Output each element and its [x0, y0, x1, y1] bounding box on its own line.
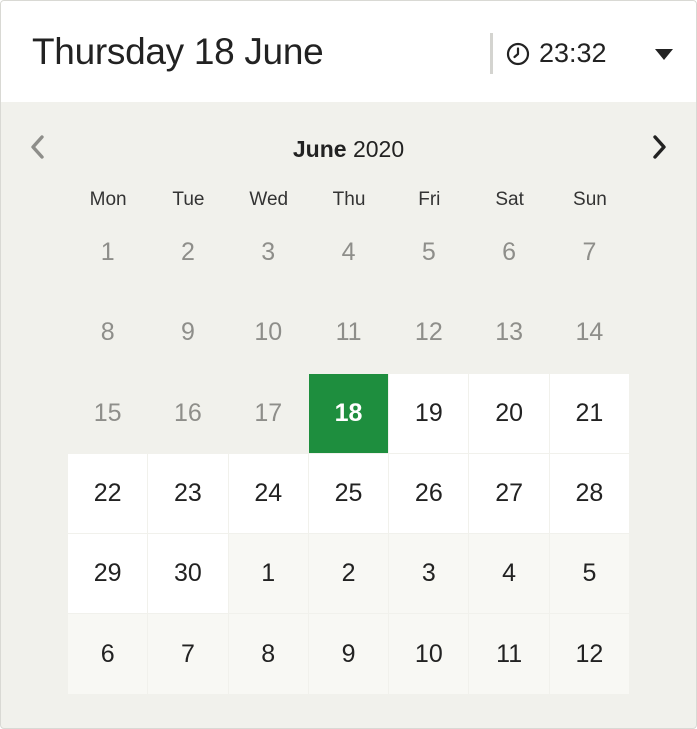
chevron-right-icon: [653, 135, 666, 159]
day-cell-next-month[interactable]: 10: [389, 614, 469, 694]
day-cell[interactable]: 20: [469, 373, 549, 453]
day-cell-past: 5: [421, 238, 436, 267]
day-cell-next-month[interactable]: 11: [469, 614, 549, 694]
day-cell-next-month[interactable]: 12: [549, 614, 630, 694]
weekday-label: Tue: [172, 189, 205, 210]
day-cell[interactable]: 24: [228, 453, 308, 534]
next-month-button[interactable]: [641, 129, 677, 165]
day-cell-past: 10: [254, 318, 283, 347]
day-cell-past: 4: [341, 238, 356, 267]
day-cell-past: 9: [180, 318, 195, 347]
day-cell-past: 16: [174, 398, 202, 427]
time-value: 23:32: [539, 38, 607, 68]
day-cell-next-month[interactable]: 6: [68, 614, 148, 694]
day-cell-past: 17: [254, 398, 283, 427]
selected-date-label: Thursday 18 June: [32, 31, 324, 72]
day-cell-next-month[interactable]: 9: [308, 614, 389, 694]
toggle-calendar-button[interactable]: [647, 39, 681, 69]
day-cell-past: 2: [180, 238, 195, 267]
day-cell-next-month[interactable]: 2: [308, 534, 389, 614]
day-grid: 1 2 3 4 5 6 7 8 9 10 11 12 13 14 15 16 17 18 19 20 21 22 23 24 2…: [68, 213, 630, 694]
day-cell[interactable]: 30: [148, 534, 228, 614]
weekday-header-row: Mon Tue Wed Thu Fri Sat Sun: [68, 187, 630, 213]
day-cell[interactable]: 25: [308, 453, 389, 534]
year-label: 2020: [352, 136, 405, 162]
weekday-label: Wed: [249, 189, 289, 210]
day-cell[interactable]: 21: [549, 373, 630, 453]
day-cell-past: 11: [335, 318, 362, 347]
day-cell[interactable]: 23: [148, 453, 228, 534]
day-cell[interactable]: 26: [389, 453, 469, 534]
day-cell-past: 7: [582, 238, 597, 267]
day-cell-past: 3: [261, 238, 276, 267]
day-cell-past: 14: [575, 318, 604, 347]
date-picker-header: Thursday 18 June 23:32: [1, 1, 696, 102]
date-picker: Thursday 18 June 23:32 June 2020 Mon Tue…: [0, 0, 697, 729]
day-cell-next-month[interactable]: 7: [148, 614, 228, 694]
chevron-down-icon: [655, 48, 673, 60]
day-cell-past: 6: [502, 238, 517, 267]
day-cell-past: 8: [100, 318, 115, 347]
day-cell[interactable]: 27: [469, 453, 549, 534]
weekday-label: Thu: [332, 189, 366, 210]
day-cell-selected[interactable]: 18: [308, 373, 389, 453]
clock-icon: [506, 42, 530, 65]
weekday-label: Sat: [495, 189, 524, 210]
day-cell[interactable]: 22: [68, 453, 148, 534]
weekday-label: Fri: [418, 189, 441, 210]
day-cell[interactable]: 29: [68, 534, 148, 614]
day-cell-next-month[interactable]: 8: [228, 614, 308, 694]
day-cell-next-month[interactable]: 5: [549, 534, 630, 614]
day-cell-past: 1: [100, 238, 115, 267]
day-cell-next-month[interactable]: 4: [469, 534, 549, 614]
day-cell[interactable]: 19: [389, 373, 469, 453]
day-cell[interactable]: 28: [549, 453, 630, 534]
weekday-label: Sun: [573, 189, 607, 210]
weekday-label: Mon: [89, 189, 127, 210]
month-year-title: June 2020: [1, 134, 696, 164]
day-cell-past: 12: [414, 318, 443, 347]
time-display[interactable]: 23:32: [506, 33, 607, 74]
day-cell-past: 13: [495, 318, 524, 347]
day-cell-past: 15: [93, 398, 122, 427]
day-cell-next-month[interactable]: 1: [228, 534, 308, 614]
header-divider: [490, 33, 493, 74]
day-cell-next-month[interactable]: 3: [389, 534, 469, 614]
month-label: June: [292, 136, 347, 162]
